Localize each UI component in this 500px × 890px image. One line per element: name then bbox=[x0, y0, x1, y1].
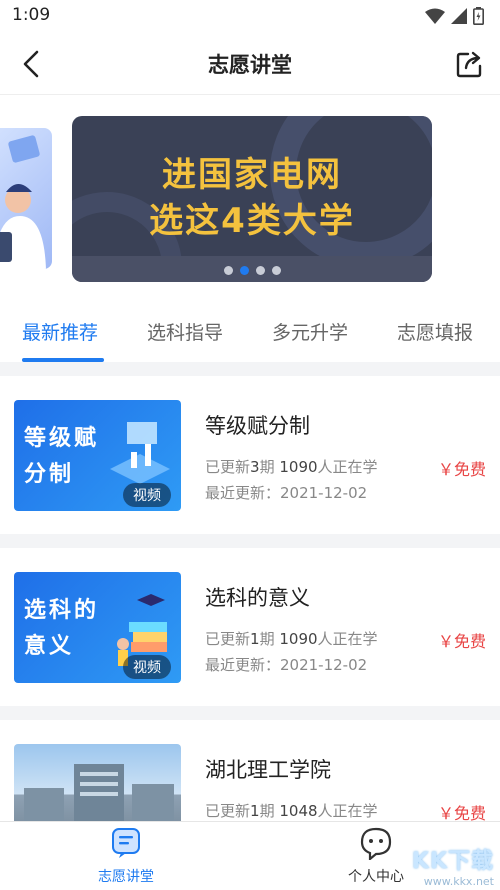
video-badge: 视频 bbox=[123, 483, 171, 507]
watermark-logo: KK下载 www.kkx.net bbox=[412, 843, 494, 888]
course-last-updated: 最近更新：2021-12-02 bbox=[205, 656, 368, 674]
status-time: 1:09 bbox=[12, 5, 51, 25]
thumbnail-caption-line: 分制 bbox=[24, 461, 75, 487]
watermark-url: www.kkx.net bbox=[423, 875, 494, 888]
course-last-updated: 最近更新：2021-12-02 bbox=[205, 484, 368, 502]
wifi-icon bbox=[425, 8, 445, 24]
watermark-text: KK下载 bbox=[411, 849, 494, 874]
lecture-icon bbox=[112, 828, 140, 858]
tab-diverse-admission[interactable]: 多元升学 bbox=[272, 318, 348, 345]
section-divider bbox=[0, 362, 500, 376]
section-divider bbox=[0, 534, 500, 548]
signal-icon bbox=[451, 8, 467, 24]
carousel-dot[interactable] bbox=[223, 266, 233, 275]
tab-application[interactable]: 志愿填报 bbox=[397, 318, 473, 345]
thumbnail-caption-line: 等级赋 bbox=[24, 425, 100, 451]
course-title: 选科的意义 bbox=[205, 586, 310, 610]
price-label: ￥免费 bbox=[437, 632, 486, 651]
course-thumbnail bbox=[14, 744, 181, 821]
carousel-dot[interactable] bbox=[271, 266, 281, 275]
tabbar-label-lecture: 志愿讲堂 bbox=[98, 869, 154, 885]
video-badge: 视频 bbox=[123, 655, 171, 679]
share-button[interactable] bbox=[452, 46, 488, 82]
app-header: 志愿讲堂 bbox=[0, 34, 500, 95]
category-tabs: 最新推荐 选科指导 多元升学 志愿填报 bbox=[0, 302, 500, 362]
tab-latest[interactable]: 最新推荐 bbox=[22, 318, 98, 345]
course-update-info: 已更新1期 1090人正在学 bbox=[205, 630, 378, 648]
share-icon bbox=[456, 51, 482, 78]
course-thumbnail: 等级赋 分制 视频 bbox=[14, 400, 181, 511]
carousel-dot-active[interactable] bbox=[239, 266, 249, 275]
thumbnail-caption: 选科的 意义 bbox=[24, 592, 99, 664]
status-icons bbox=[425, 6, 484, 26]
course-card[interactable]: 选科的 意义 视频 选科的意义 已更新1期 1090人正在学 最近更新：2021… bbox=[0, 548, 500, 706]
carousel-indicator bbox=[72, 266, 432, 275]
banner-slide-current[interactable]: 进国家电网 选这4类大学 bbox=[72, 116, 432, 282]
tab-subject-guide[interactable]: 选科指导 bbox=[147, 318, 223, 345]
status-bar: 1:09 bbox=[0, 0, 500, 34]
person-illustration-icon bbox=[0, 135, 46, 269]
section-divider bbox=[0, 706, 500, 720]
course-title: 等级赋分制 bbox=[205, 414, 310, 438]
page-title: 志愿讲堂 bbox=[208, 53, 292, 77]
course-title: 湖北理工学院 bbox=[205, 758, 331, 782]
battery-icon bbox=[473, 7, 484, 25]
banner-slide-previous[interactable] bbox=[0, 128, 52, 269]
price-label: ￥免费 bbox=[437, 460, 486, 479]
course-thumbnail: 选科的 意义 视频 bbox=[14, 572, 181, 683]
campus-building-icon bbox=[24, 764, 174, 821]
thumbnail-caption-line: 意义 bbox=[24, 633, 75, 659]
bottom-tab-bar: 志愿讲堂 个人中心 KK下载 www.kkx.net bbox=[0, 821, 500, 890]
carousel-dot[interactable] bbox=[255, 266, 265, 275]
banner-headline: 进国家电网 选这4类大学 bbox=[72, 152, 432, 244]
profile-chat-icon bbox=[360, 827, 392, 862]
banner-carousel[interactable]: 进国家电网 选这4类大学 bbox=[0, 95, 500, 295]
course-update-info: 已更新1期 1048人正在学 bbox=[205, 802, 378, 820]
books-illustration-icon bbox=[117, 594, 167, 666]
course-update-info: 已更新3期 1090人正在学 bbox=[205, 458, 378, 476]
price-label: ￥免费 bbox=[437, 804, 486, 821]
thumbnail-caption-line: 选科的 bbox=[24, 597, 100, 623]
isometric-illustration-icon bbox=[110, 422, 170, 484]
course-card[interactable]: 湖北理工学院 已更新1期 1048人正在学 ￥免费 bbox=[0, 720, 500, 821]
banner-line-2: 选这4类大学 bbox=[149, 201, 355, 241]
course-card[interactable]: 等级赋 分制 视频 等级赋分制 已更新3期 1090人正在学 最近更新：2021… bbox=[0, 376, 500, 534]
tabbar-item-lecture[interactable]: 志愿讲堂 bbox=[66, 826, 186, 886]
banner-line-1: 进国家电网 bbox=[162, 155, 342, 195]
thumbnail-caption: 等级赋 分制 bbox=[24, 420, 99, 492]
